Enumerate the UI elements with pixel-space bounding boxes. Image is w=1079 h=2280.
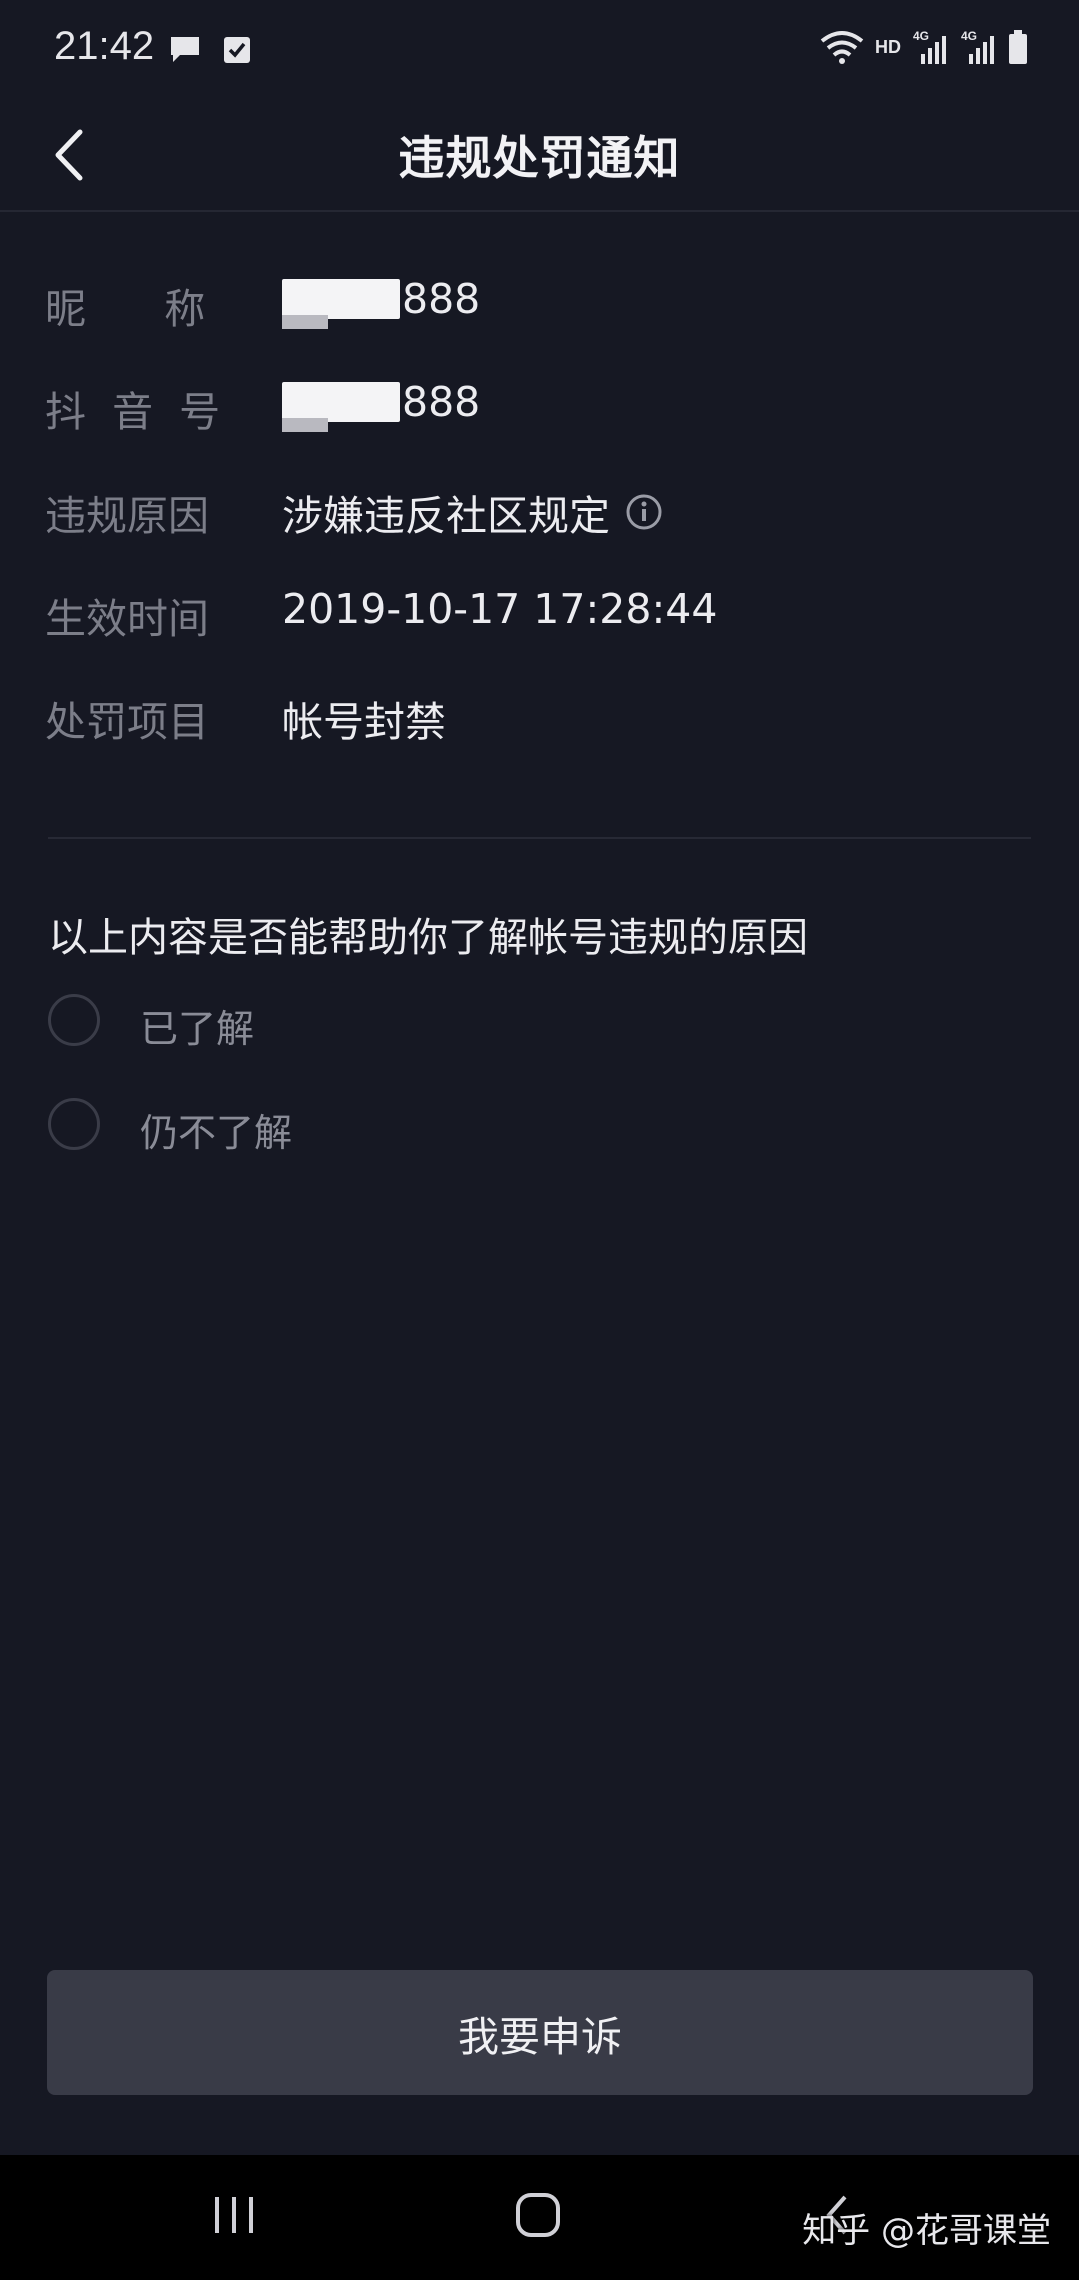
penalty-value: 帐号封禁 [282, 698, 446, 746]
recent-apps-icon[interactable] [210, 2185, 260, 2245]
svg-text:4G: 4G [913, 29, 929, 43]
page-title: 违规处罚通知 [398, 131, 681, 185]
header: 违规处罚通知 [0, 100, 1079, 212]
option-label: 仍不了解 [140, 1111, 293, 1155]
status-right: HD 4G 4G [819, 28, 1029, 66]
penalty-label: 处罚项目 [45, 698, 209, 746]
reason-row: 违规原因 涉嫌违反社区规定 [45, 482, 1045, 552]
signal-icon: 4G [961, 29, 994, 64]
appeal-button[interactable]: 我要申诉 [47, 1970, 1033, 2095]
info-icon[interactable] [624, 492, 664, 532]
radio-button[interactable] [48, 994, 100, 1046]
effective-time-row: 生效时间 2019-10-17 17:28:44 [45, 585, 1045, 655]
nickname-label: 昵 称 [45, 285, 206, 333]
douyin-id-label: 抖 音 号 [45, 388, 221, 436]
home-icon[interactable] [510, 2185, 570, 2245]
screen: 21:42 HD 4G 4G 违规处罚通知 昵 称 888 抖 音 号 888 … [0, 0, 1079, 2280]
hd-label: HD [875, 36, 901, 57]
nickname-value: 888 [282, 275, 481, 329]
reason-text: 涉嫌违反社区规定 [282, 492, 610, 540]
watermark: 知乎 @花哥课堂 [802, 2211, 1051, 2251]
douyin-id-suffix: 888 [402, 378, 481, 426]
check-icon [224, 37, 250, 63]
redacted-block [282, 382, 400, 432]
redacted-block [282, 279, 400, 329]
reason-value: 涉嫌违反社区规定 [282, 482, 664, 542]
penalty-row: 处罚项目 帐号封禁 [45, 688, 1045, 758]
status-bar: 21:42 HD 4G 4G [0, 0, 1079, 100]
signal-icon: 4G [913, 29, 946, 64]
nickname-suffix: 888 [402, 275, 481, 323]
chat-icon [171, 37, 199, 62]
radio-button[interactable] [48, 1098, 100, 1150]
reason-label: 违规原因 [45, 492, 209, 540]
battery-icon [1009, 30, 1027, 64]
douyin-id-row: 抖 音 号 888 [45, 378, 1045, 448]
douyin-id-value: 888 [282, 378, 481, 432]
wifi-icon [820, 31, 864, 64]
effective-time-label: 生效时间 [45, 595, 209, 643]
svg-text:4G: 4G [961, 29, 977, 43]
status-time: 21:42 [54, 24, 155, 68]
effective-time-value: 2019-10-17 17:28:44 [282, 585, 718, 633]
nickname-row: 昵 称 888 [45, 275, 1045, 345]
survey-question: 以上内容是否能帮助你了解帐号违规的原因 [48, 915, 808, 961]
option-label: 已了解 [140, 1007, 255, 1051]
divider [48, 837, 1031, 839]
